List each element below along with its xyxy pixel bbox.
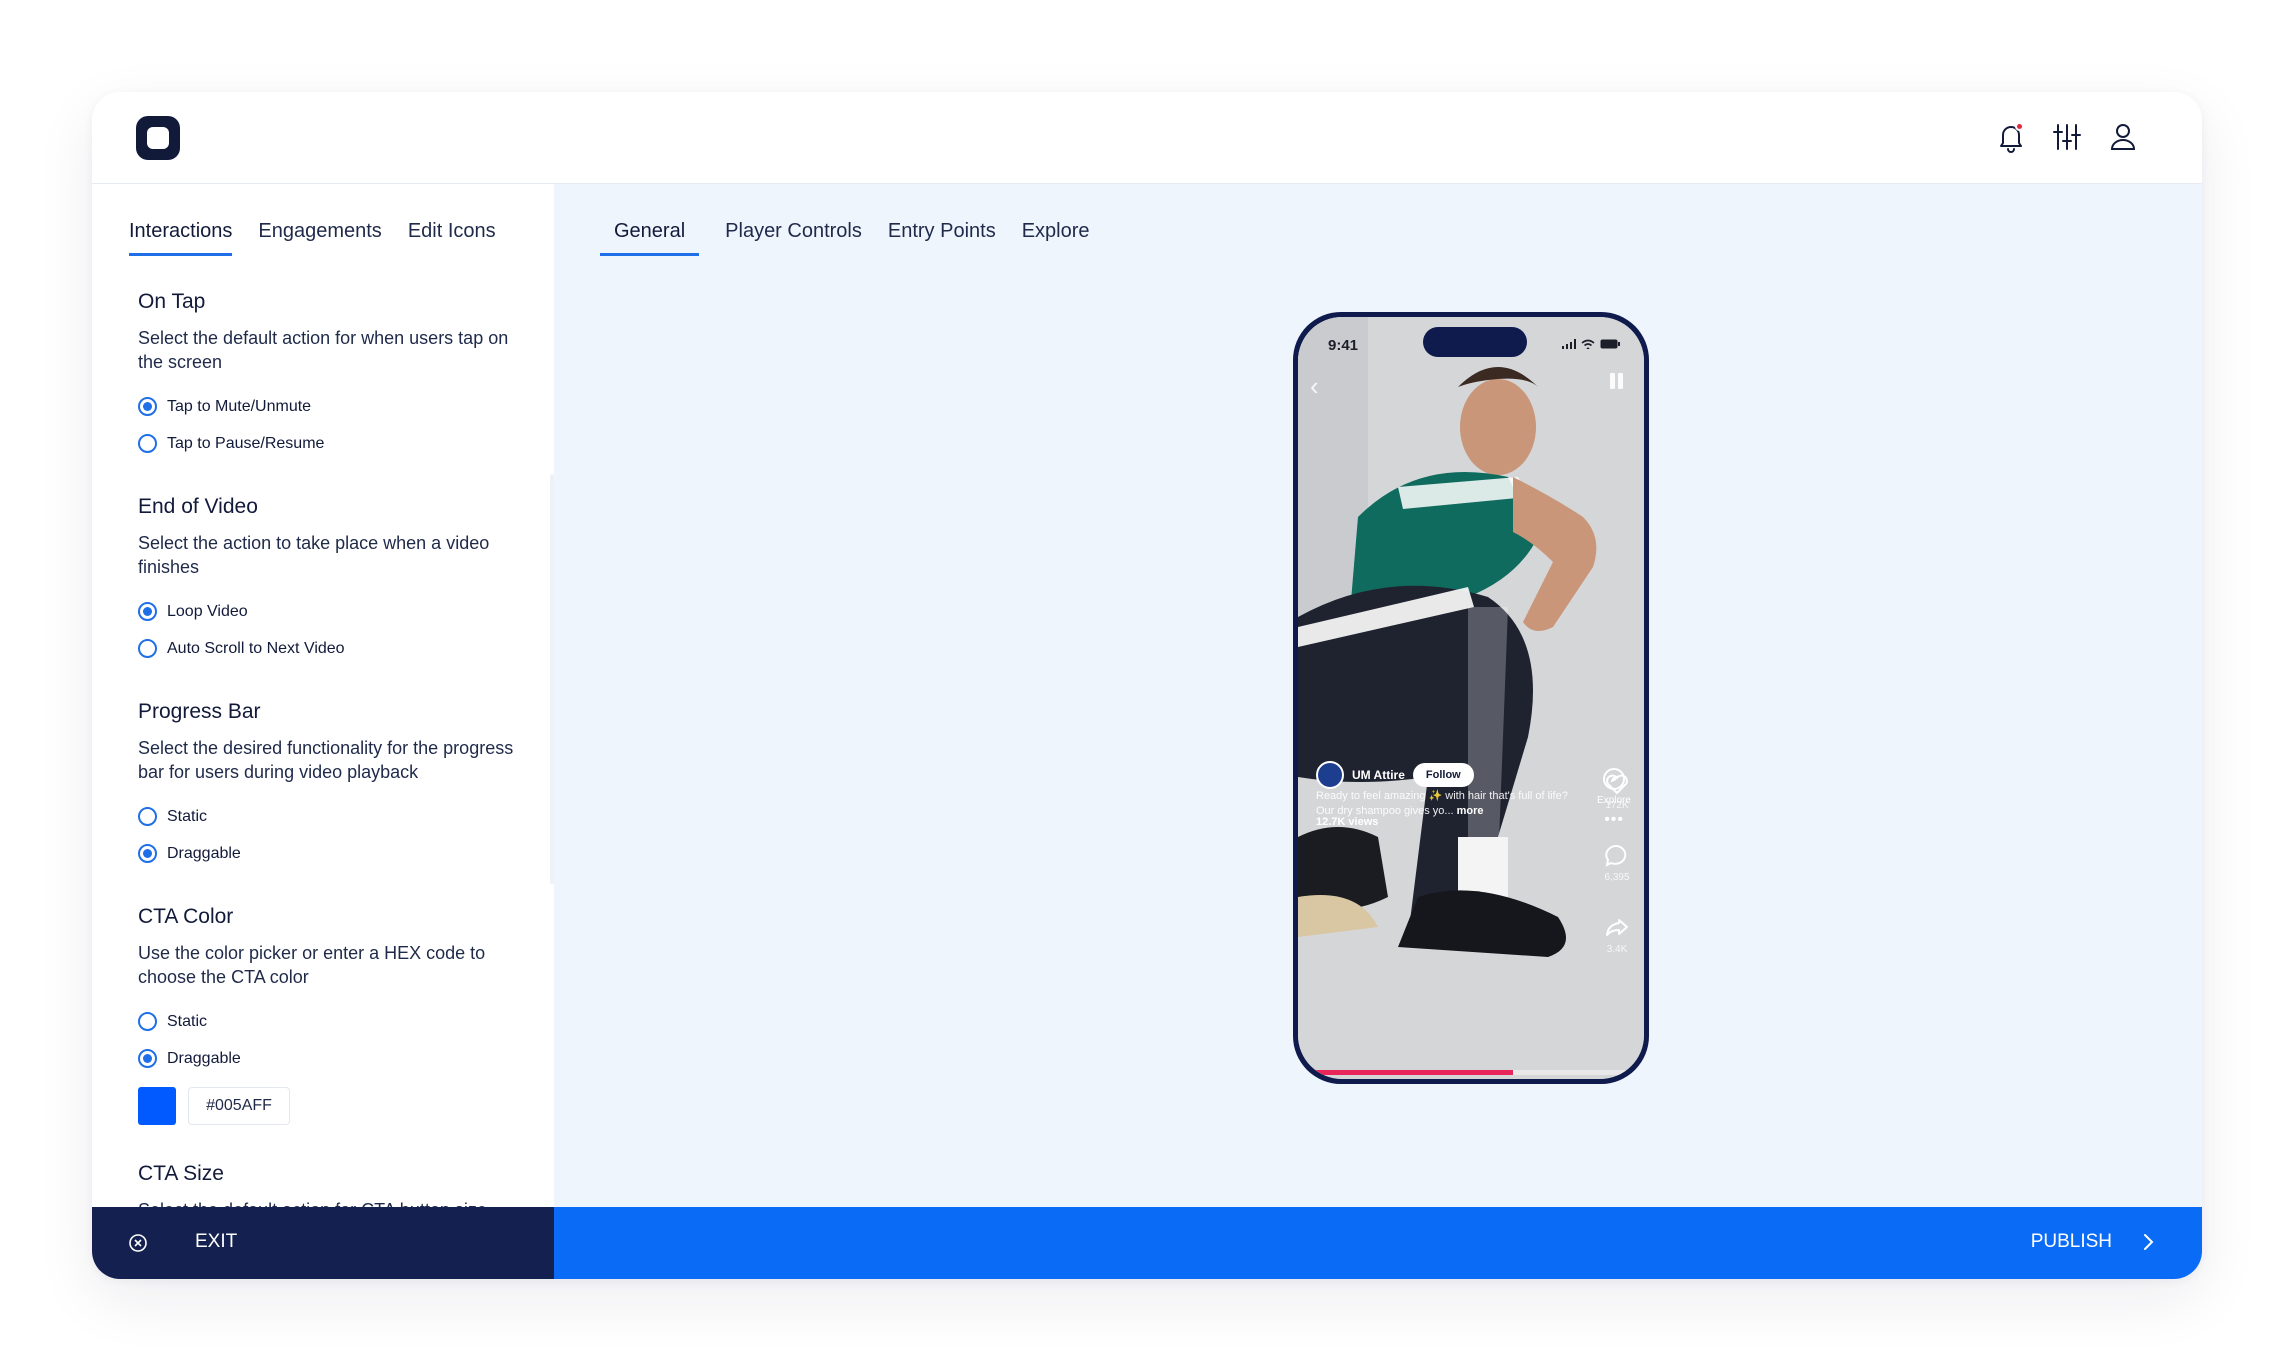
color-picker-row: #005AFF — [138, 1087, 538, 1125]
option-label: Tap to Pause/Resume — [167, 434, 325, 452]
video-frame-image — [1298, 317, 1644, 1079]
section-description: Select the default action for when users… — [138, 328, 509, 372]
main-tabs: General Player Controls Entry Points Exp… — [600, 220, 1090, 256]
option-label: Auto Scroll to Next Video — [167, 639, 345, 657]
comment-button[interactable]: 6,395 — [1603, 842, 1631, 908]
comment-count: 6,395 — [1604, 872, 1630, 883]
radio-unselected[interactable] — [138, 807, 157, 826]
wifi-icon — [1581, 339, 1595, 349]
more-options-icon[interactable]: ••• — [1604, 811, 1624, 829]
section-cta-color: CTA Color Use the color picker or enter … — [138, 905, 538, 1125]
chevron-right-icon — [2144, 1234, 2154, 1250]
top-bar — [92, 92, 2202, 184]
sidebar-tabs: Interactions Engagements Edit Icons — [129, 220, 496, 256]
explore-label: Explore — [1597, 795, 1631, 806]
share-icon — [1606, 919, 1628, 936]
footer-bar: EXIT PUBLISH — [92, 1207, 2202, 1279]
user-icon[interactable] — [2106, 120, 2140, 154]
dynamic-island — [1423, 327, 1527, 357]
option-draggable[interactable]: Draggable — [138, 835, 538, 872]
section-on-tap: On Tap Select the default action for whe… — [138, 290, 538, 462]
share-button[interactable]: 3.4K — [1603, 914, 1631, 980]
app-window: Interactions Engagements Edit Icons On T… — [92, 92, 2202, 1279]
status-time: 9:41 — [1328, 337, 1359, 354]
publish-button[interactable]: PUBLISH — [554, 1207, 2202, 1279]
caption-more-link[interactable]: more — [1457, 805, 1484, 817]
section-title: CTA Color — [138, 905, 234, 928]
caption-text: Ready to feel amazing ✨ with hair that's… — [1316, 790, 1568, 817]
sliders-icon[interactable] — [2050, 120, 2084, 154]
section-title: CTA Size — [138, 1162, 224, 1185]
tab-explore[interactable]: Explore — [1022, 220, 1090, 256]
option-auto-scroll[interactable]: Auto Scroll to Next Video — [138, 630, 538, 667]
app-logo[interactable] — [136, 116, 180, 160]
comment-icon — [1605, 844, 1627, 867]
option-label: Draggable — [167, 1049, 241, 1067]
notification-dot — [2015, 122, 2024, 131]
section-title: Progress Bar — [138, 700, 261, 723]
option-draggable[interactable]: Draggable — [138, 1040, 538, 1077]
option-tap-to-mute[interactable]: Tap to Mute/Unmute — [138, 388, 538, 425]
close-circle-icon — [129, 1234, 147, 1252]
compass-icon — [1603, 768, 1625, 790]
option-loop-video[interactable]: Loop Video — [138, 593, 538, 630]
radio-selected[interactable] — [138, 397, 157, 416]
share-count: 3.4K — [1606, 944, 1628, 955]
option-label: Loop Video — [167, 602, 248, 620]
top-actions — [1994, 120, 2140, 154]
system-status-icons — [1562, 339, 1620, 349]
video-progress-bar[interactable] — [1298, 1070, 1644, 1075]
section-end-of-video: End of Video Select the action to take p… — [138, 495, 538, 667]
section-description: Select the desired functionality for the… — [138, 738, 514, 782]
section-title: End of Video — [138, 495, 258, 518]
option-static[interactable]: Static — [138, 1003, 538, 1040]
pause-icon[interactable] — [1610, 373, 1624, 389]
creator-row: UM Attire Follow — [1316, 761, 1474, 789]
hex-input[interactable]: #005AFF — [188, 1087, 290, 1125]
battery-icon — [1600, 339, 1620, 349]
color-swatch[interactable] — [138, 1087, 176, 1125]
tab-general[interactable]: General — [600, 220, 700, 256]
radio-selected[interactable] — [138, 602, 157, 621]
exit-label: EXIT — [195, 1231, 238, 1252]
option-label: Draggable — [167, 844, 241, 862]
bell-icon[interactable] — [1994, 120, 2028, 154]
radio-unselected[interactable] — [138, 639, 157, 658]
radio-selected[interactable] — [138, 1049, 157, 1068]
section-progress-bar: Progress Bar Select the desired function… — [138, 700, 538, 872]
follow-button[interactable]: Follow — [1412, 763, 1474, 787]
option-label: Static — [167, 1012, 208, 1030]
tab-entry-points[interactable]: Entry Points — [888, 220, 996, 256]
option-static[interactable]: Static — [138, 798, 538, 835]
option-label: Static — [167, 807, 208, 825]
radio-unselected[interactable] — [138, 434, 157, 453]
signal-icon — [1562, 339, 1576, 349]
tab-player-controls[interactable]: Player Controls — [725, 220, 862, 256]
section-cta-size: CTA Size Select the default action for C… — [138, 1162, 538, 1207]
video-screen[interactable]: 9:41 ‹ 172K 6,395 3.4K Explore UM Attire… — [1298, 317, 1644, 1079]
section-description: Select the default action for CTA button… — [138, 1198, 538, 1207]
creator-avatar[interactable] — [1316, 761, 1344, 789]
tab-interactions[interactable]: Interactions — [129, 220, 233, 256]
option-label: Tap to Mute/Unmute — [167, 397, 312, 415]
section-title: On Tap — [138, 290, 206, 313]
view-count: 12.7K views — [1316, 816, 1379, 828]
tab-engagements[interactable]: Engagements — [258, 220, 381, 256]
video-caption[interactable]: Ready to feel amazing ✨ with hair that's… — [1316, 789, 1576, 819]
radio-unselected[interactable] — [138, 1012, 157, 1031]
tab-edit-icons[interactable]: Edit Icons — [408, 220, 496, 256]
progress-fill — [1298, 1070, 1513, 1075]
option-tap-to-pause[interactable]: Tap to Pause/Resume — [138, 425, 538, 462]
phone-preview: 9:41 ‹ 172K 6,395 3.4K Explore UM Attire… — [1293, 312, 1649, 1084]
explore-button[interactable]: Explore — [1594, 767, 1634, 806]
section-description: Select the action to take place when a v… — [138, 533, 490, 577]
radio-selected[interactable] — [138, 844, 157, 863]
exit-button[interactable]: EXIT — [92, 1207, 554, 1279]
creator-name[interactable]: UM Attire — [1352, 768, 1405, 782]
back-chevron-icon[interactable]: ‹ — [1310, 371, 1319, 402]
section-description: Use the color picker or enter a HEX code… — [138, 943, 486, 987]
settings-sidebar: Interactions Engagements Edit Icons On T… — [92, 184, 554, 1207]
publish-label: PUBLISH — [2030, 1231, 2112, 1252]
